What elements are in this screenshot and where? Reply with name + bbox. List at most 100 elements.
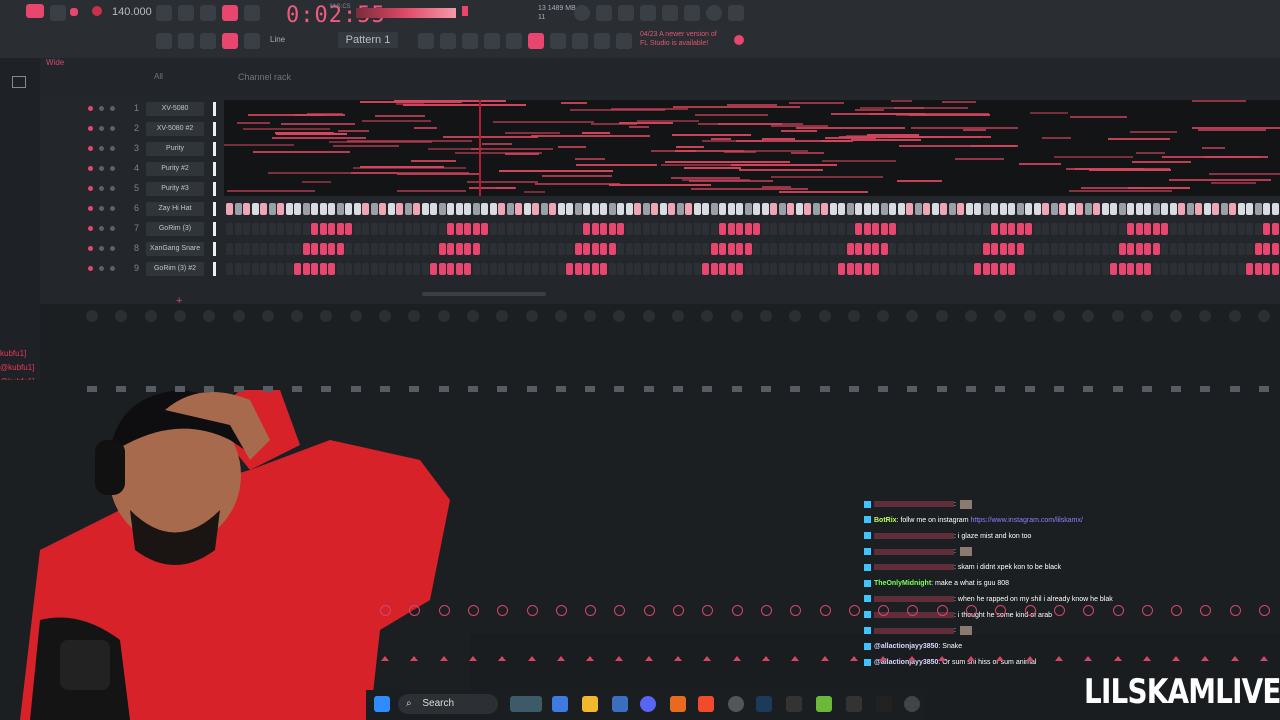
- step-button[interactable]: [1203, 223, 1211, 235]
- step-button[interactable]: [336, 263, 344, 275]
- step-button[interactable]: [685, 243, 692, 255]
- snap-select[interactable]: Line: [270, 35, 285, 44]
- step-button[interactable]: [982, 243, 990, 255]
- route-arrow-icon[interactable]: [1260, 656, 1268, 661]
- step-button[interactable]: [251, 223, 259, 235]
- step-button[interactable]: [353, 223, 361, 235]
- undo-history-icon[interactable]: [574, 5, 590, 21]
- channel-mute-led[interactable]: [88, 186, 93, 191]
- step-button[interactable]: [396, 223, 403, 235]
- record-button[interactable]: [92, 6, 102, 16]
- step-button[interactable]: [260, 263, 267, 275]
- brave-icon[interactable]: [698, 696, 714, 712]
- step-button[interactable]: [872, 223, 879, 235]
- step-button[interactable]: [1178, 223, 1185, 235]
- step-button[interactable]: [1093, 203, 1100, 215]
- step-button[interactable]: [387, 203, 395, 215]
- step-button[interactable]: [1033, 263, 1041, 275]
- mixer-fader[interactable]: [116, 386, 127, 392]
- step-button[interactable]: [974, 243, 981, 255]
- channel-mute-led[interactable]: [88, 166, 93, 171]
- step-button[interactable]: [914, 263, 922, 275]
- route-arrow-icon[interactable]: [439, 656, 448, 661]
- step-button[interactable]: [702, 223, 709, 235]
- step-button[interactable]: [481, 203, 488, 215]
- step-button[interactable]: [838, 203, 845, 215]
- step-button[interactable]: [1093, 263, 1100, 275]
- step-button[interactable]: [370, 203, 378, 215]
- route-arrow-icon[interactable]: [586, 656, 595, 661]
- step-button[interactable]: [727, 243, 735, 255]
- mixer-fader[interactable]: [1024, 386, 1035, 392]
- pan-knob[interactable]: [525, 310, 538, 322]
- step-button[interactable]: [974, 223, 981, 235]
- mixer-fader[interactable]: [174, 386, 185, 392]
- step-button[interactable]: [829, 223, 837, 235]
- step-button[interactable]: [1195, 243, 1202, 255]
- step-button[interactable]: [744, 263, 752, 275]
- step-button[interactable]: [566, 243, 573, 255]
- step-button[interactable]: [540, 263, 548, 275]
- step-button[interactable]: [753, 223, 760, 235]
- step-button[interactable]: [923, 263, 930, 275]
- mic-icon[interactable]: [618, 5, 634, 21]
- step-button[interactable]: [889, 263, 896, 275]
- route-arrow-icon[interactable]: [908, 656, 917, 661]
- step-button[interactable]: [404, 203, 412, 215]
- step-button[interactable]: [447, 223, 454, 235]
- mixer-fader[interactable]: [995, 386, 1006, 392]
- step-button[interactable]: [651, 243, 658, 255]
- step-button[interactable]: [761, 203, 769, 215]
- mixer-fader[interactable]: [1200, 386, 1211, 392]
- channel-rack-icon[interactable]: [440, 33, 456, 49]
- pan-knob[interactable]: [730, 310, 743, 322]
- step-button[interactable]: [668, 263, 675, 275]
- route-arrow-icon[interactable]: [732, 656, 741, 661]
- step-button[interactable]: [498, 223, 505, 235]
- step-button[interactable]: [787, 243, 794, 255]
- route-arrow-icon[interactable]: [996, 656, 1005, 661]
- step-button[interactable]: [685, 223, 692, 235]
- piano-roll-icon[interactable]: [418, 33, 434, 49]
- step-button[interactable]: [957, 203, 964, 215]
- step-button[interactable]: [243, 263, 250, 275]
- step-button[interactable]: [846, 243, 854, 255]
- step-button[interactable]: [906, 203, 913, 215]
- step-button[interactable]: [353, 243, 361, 255]
- step-button[interactable]: [948, 263, 956, 275]
- mixer-fader[interactable]: [848, 386, 859, 392]
- wide-label[interactable]: Wide: [46, 58, 64, 67]
- send-knob[interactable]: [1141, 605, 1153, 616]
- step-button[interactable]: [515, 203, 522, 215]
- step-button[interactable]: [515, 243, 522, 255]
- step-button[interactable]: [302, 223, 310, 235]
- step-button[interactable]: [1127, 203, 1134, 215]
- step-button[interactable]: [387, 263, 395, 275]
- step-button[interactable]: [940, 223, 947, 235]
- step-button[interactable]: [787, 263, 794, 275]
- step-button[interactable]: [1271, 223, 1279, 235]
- step-button[interactable]: [396, 263, 403, 275]
- step-button[interactable]: [736, 223, 743, 235]
- channel-select-led[interactable]: [110, 206, 115, 211]
- pencil-icon[interactable]: [200, 33, 216, 49]
- step-button[interactable]: [268, 243, 276, 255]
- step-button[interactable]: [1220, 263, 1228, 275]
- send-knob[interactable]: [1229, 605, 1241, 616]
- chat-username[interactable]: [874, 501, 954, 508]
- pan-knob[interactable]: [261, 310, 274, 322]
- step-button[interactable]: [897, 223, 905, 235]
- mixer-fader[interactable]: [702, 386, 713, 392]
- step-button[interactable]: [600, 243, 607, 255]
- step-button[interactable]: [234, 223, 242, 235]
- step-button[interactable]: [1144, 243, 1151, 255]
- mixer-fader[interactable]: [1229, 386, 1240, 392]
- step-button[interactable]: [362, 203, 369, 215]
- step-button[interactable]: [863, 263, 871, 275]
- rack-scrollbar[interactable]: [422, 292, 546, 296]
- step-button[interactable]: [430, 203, 437, 215]
- step-button[interactable]: [608, 243, 616, 255]
- step-button[interactable]: [897, 263, 905, 275]
- step-edit-icon[interactable]: [222, 5, 238, 21]
- step-button[interactable]: [1186, 263, 1194, 275]
